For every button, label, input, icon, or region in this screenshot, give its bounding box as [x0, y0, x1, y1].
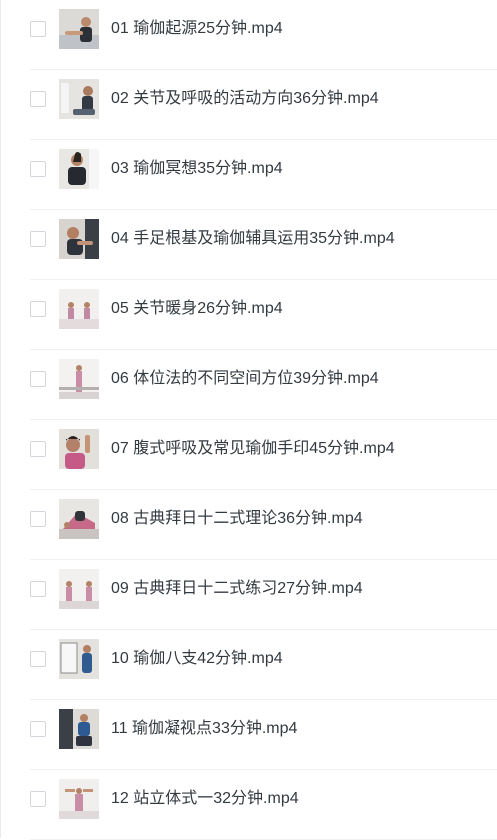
video-thumbnail[interactable]: [59, 499, 99, 539]
file-name[interactable]: 12 站立体式一32分钟.mp4: [111, 789, 299, 809]
video-thumbnail[interactable]: [59, 9, 99, 49]
file-name[interactable]: 05 关节暖身26分钟.mp4: [111, 299, 283, 319]
file-checkbox[interactable]: [30, 371, 46, 387]
video-thumbnail[interactable]: [59, 709, 99, 749]
file-name[interactable]: 11 瑜伽凝视点33分钟.mp4: [111, 719, 297, 739]
file-checkbox[interactable]: [30, 21, 46, 37]
video-thumbnail[interactable]: [59, 289, 99, 329]
file-row[interactable]: 11 瑜伽凝视点33分钟.mp4: [30, 700, 497, 770]
file-checkbox[interactable]: [30, 581, 46, 597]
file-row[interactable]: 02 关节及呼吸的活动方向36分钟.mp4: [30, 70, 497, 140]
file-name[interactable]: 06 体位法的不同空间方位39分钟.mp4: [111, 369, 379, 389]
file-row[interactable]: 12 站立体式一32分钟.mp4: [30, 770, 497, 840]
video-thumbnail[interactable]: [59, 639, 99, 679]
file-checkbox[interactable]: [30, 721, 46, 737]
video-thumbnail[interactable]: [59, 359, 99, 399]
video-thumbnail[interactable]: [59, 429, 99, 469]
file-row[interactable]: 05 关节暖身26分钟.mp4: [30, 280, 497, 350]
file-row[interactable]: 03 瑜伽冥想35分钟.mp4: [30, 140, 497, 210]
file-row[interactable]: 08 古典拜日十二式理论36分钟.mp4: [30, 490, 497, 560]
file-name[interactable]: 04 手足根基及瑜伽辅具运用35分钟.mp4: [111, 229, 395, 249]
file-checkbox[interactable]: [30, 161, 46, 177]
file-checkbox[interactable]: [30, 511, 46, 527]
file-row[interactable]: 01 瑜伽起源25分钟.mp4: [30, 0, 497, 70]
file-row[interactable]: 04 手足根基及瑜伽辅具运用35分钟.mp4: [30, 210, 497, 280]
file-name[interactable]: 02 关节及呼吸的活动方向36分钟.mp4: [111, 89, 379, 109]
video-thumbnail[interactable]: [59, 219, 99, 259]
file-name[interactable]: 10 瑜伽八支42分钟.mp4: [111, 649, 283, 669]
file-checkbox[interactable]: [30, 651, 46, 667]
file-name[interactable]: 01 瑜伽起源25分钟.mp4: [111, 19, 283, 39]
file-row[interactable]: 06 体位法的不同空间方位39分钟.mp4: [30, 350, 497, 420]
file-row[interactable]: 07 腹式呼吸及常见瑜伽手印45分钟.mp4: [30, 420, 497, 490]
video-thumbnail[interactable]: [59, 569, 99, 609]
file-checkbox[interactable]: [30, 791, 46, 807]
file-name[interactable]: 07 腹式呼吸及常见瑜伽手印45分钟.mp4: [111, 439, 395, 459]
file-list: 01 瑜伽起源25分钟.mp4 02 关节及呼吸的活动方向36分钟.mp4 03…: [0, 0, 497, 840]
file-row[interactable]: 10 瑜伽八支42分钟.mp4: [30, 630, 497, 700]
file-row[interactable]: 09 古典拜日十二式练习27分钟.mp4: [30, 560, 497, 630]
file-checkbox[interactable]: [30, 91, 46, 107]
video-thumbnail[interactable]: [59, 79, 99, 119]
video-thumbnail[interactable]: [59, 149, 99, 189]
file-name[interactable]: 09 古典拜日十二式练习27分钟.mp4: [111, 579, 363, 599]
file-checkbox[interactable]: [30, 301, 46, 317]
file-name[interactable]: 03 瑜伽冥想35分钟.mp4: [111, 159, 283, 179]
file-checkbox[interactable]: [30, 231, 46, 247]
file-name[interactable]: 08 古典拜日十二式理论36分钟.mp4: [111, 509, 363, 529]
video-thumbnail[interactable]: [59, 779, 99, 819]
file-checkbox[interactable]: [30, 441, 46, 457]
